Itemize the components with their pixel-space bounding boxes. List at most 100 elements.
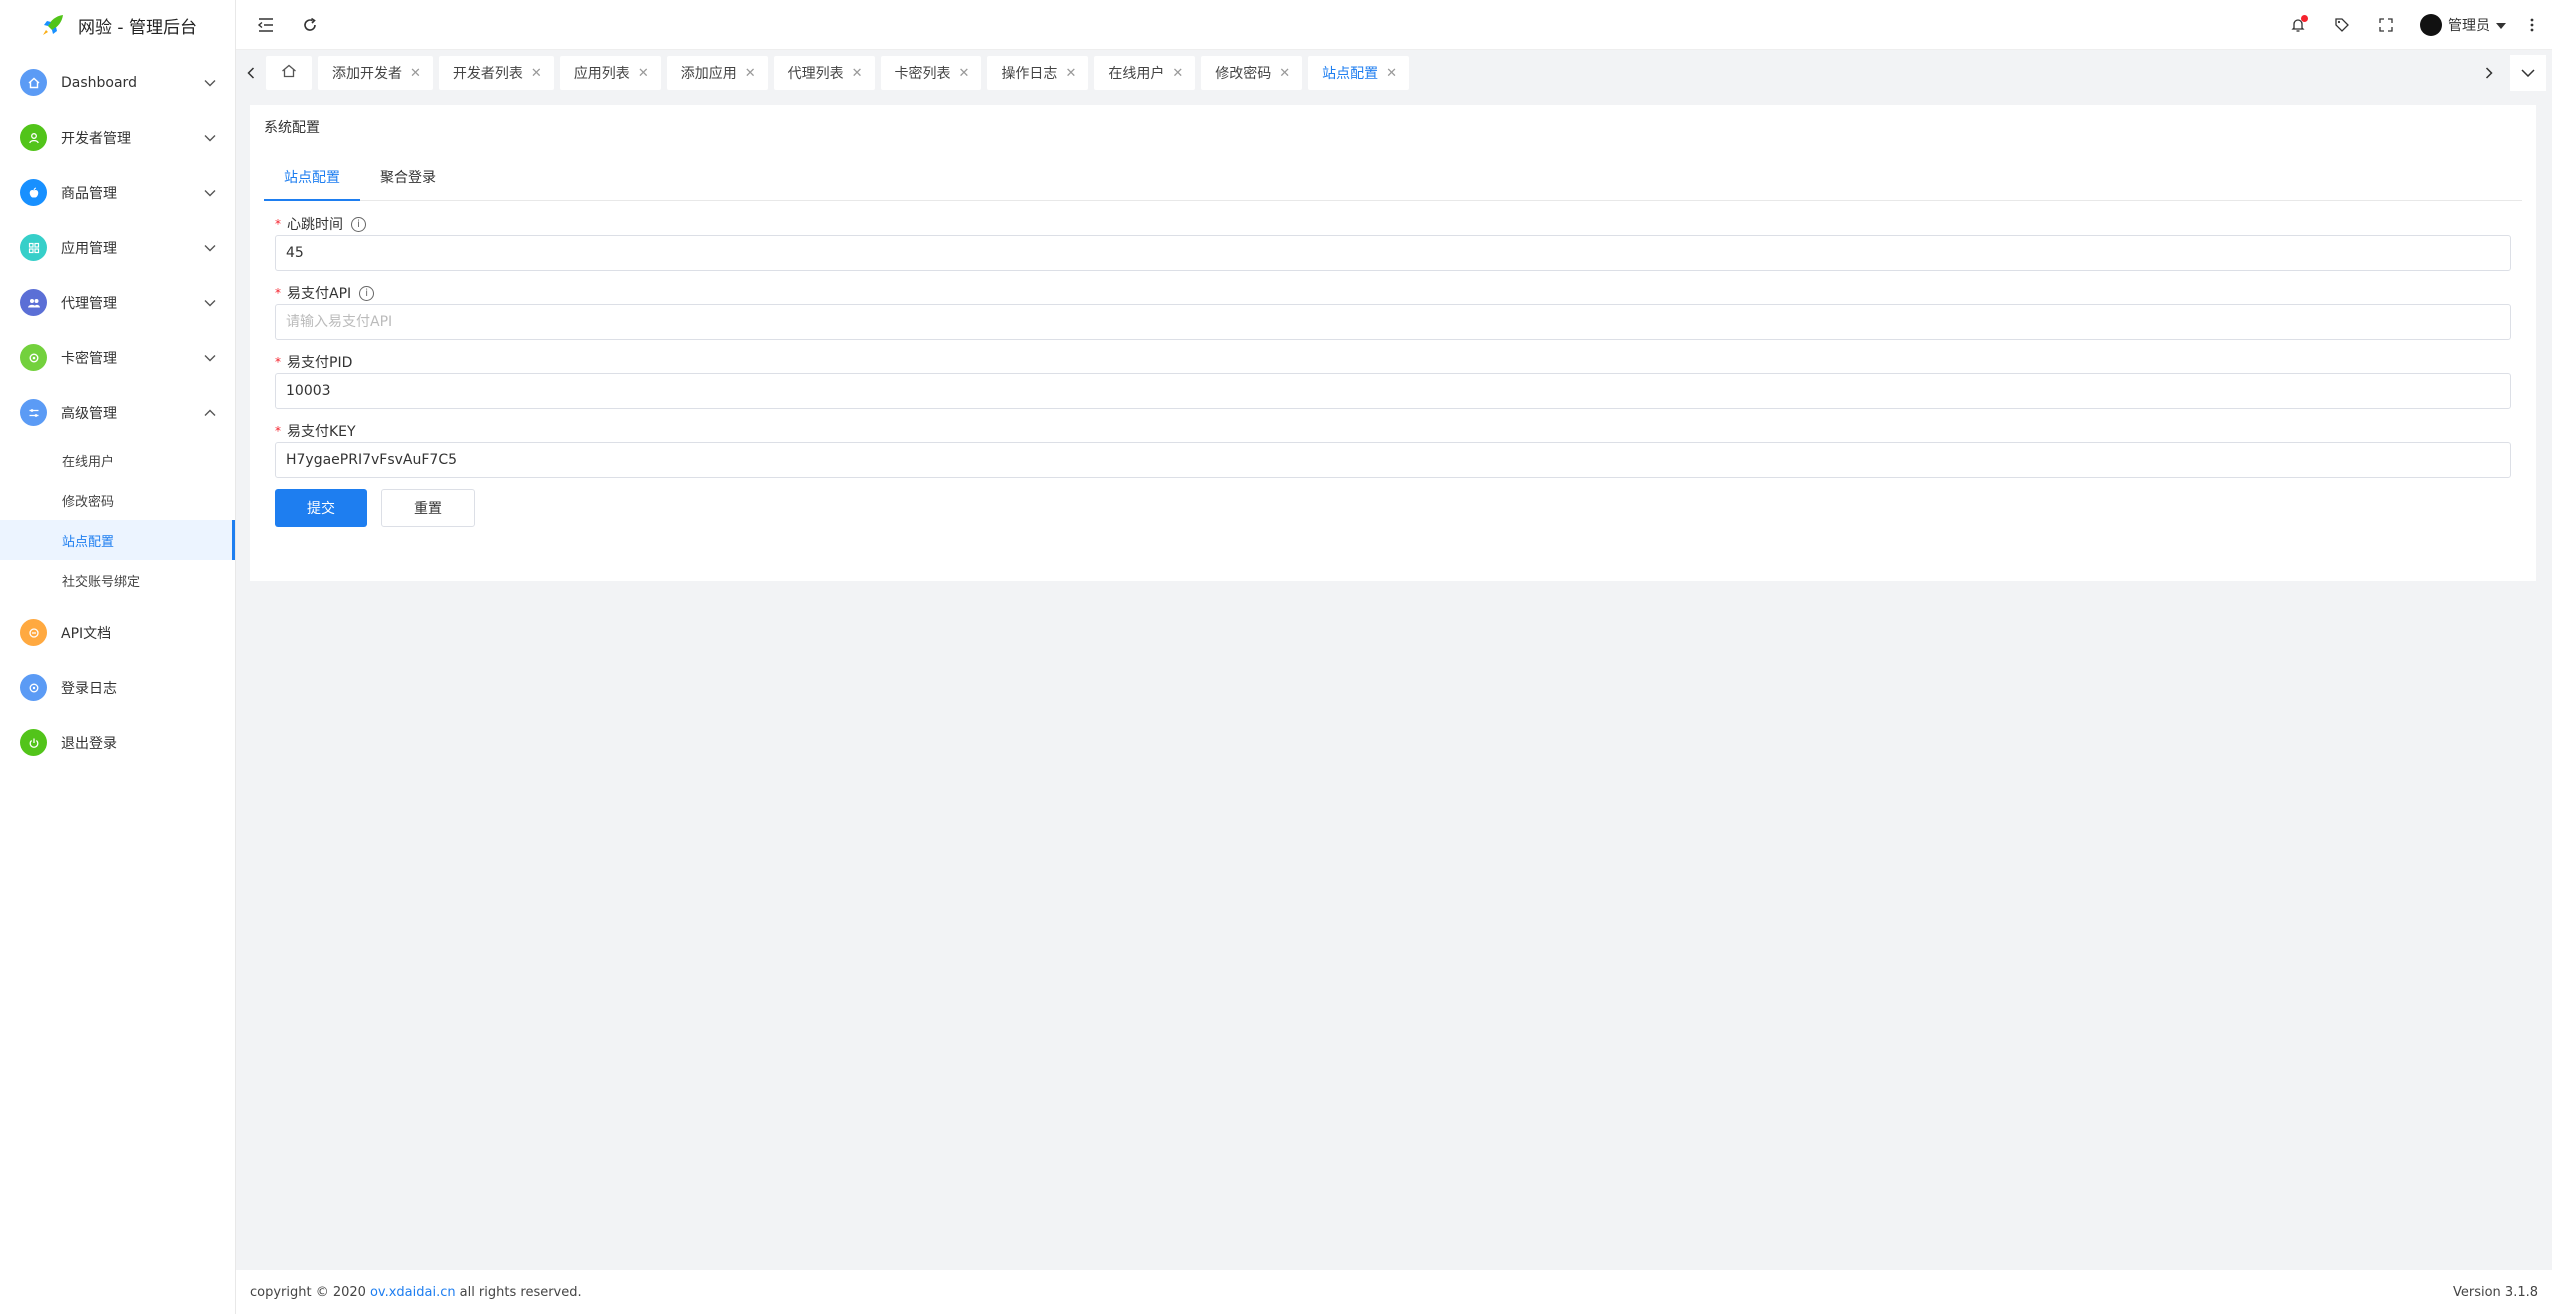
epay-key-input[interactable] <box>275 442 2511 478</box>
app-title: 网验 - 管理后台 <box>78 17 197 38</box>
sidebar-item-advanced[interactable]: 高级管理 <box>0 385 235 440</box>
field-heartbeat: * 心跳时间 i <box>275 213 2511 271</box>
field-epay-pid: * 易支付PID <box>275 351 2511 409</box>
tab-change-password[interactable]: 修改密码 ✕ <box>1201 56 1303 90</box>
sidebar-item-api-docs[interactable]: API文档 <box>0 605 235 660</box>
menu-toggle-icon[interactable] <box>244 0 288 50</box>
chevron-down-icon <box>203 131 217 145</box>
sidebar-item-label: 商品管理 <box>61 185 117 202</box>
chevron-down-icon <box>203 296 217 310</box>
tab-card-list[interactable]: 卡密列表 ✕ <box>880 56 982 90</box>
sidebar-item-label: 高级管理 <box>61 405 117 422</box>
chevron-down-icon <box>203 351 217 365</box>
user-menu[interactable]: 管理员 <box>2408 13 2518 36</box>
heartbeat-input[interactable] <box>275 235 2511 271</box>
sidebar-item-apps[interactable]: 应用管理 <box>0 220 235 275</box>
tabs-dropdown-icon[interactable] <box>2510 55 2546 91</box>
tab-label: 添加开发者 <box>332 66 402 82</box>
tab-site-config[interactable]: 站点配置 ✕ <box>1308 56 1410 90</box>
close-icon[interactable]: ✕ <box>745 66 756 81</box>
tab-operation-log[interactable]: 操作日志 ✕ <box>987 56 1089 90</box>
sidebar-item-label: 卡密管理 <box>61 350 117 367</box>
rocket-icon <box>38 10 68 40</box>
sidebar-item-label: 代理管理 <box>61 295 117 312</box>
config-tabs: 站点配置 聚合登录 <box>264 155 2522 201</box>
sidebar-item-goods[interactable]: 商品管理 <box>0 165 235 220</box>
sidebar-subitem-site-config[interactable]: 站点配置 <box>0 520 235 560</box>
grid-icon <box>20 234 47 261</box>
sidebar-menu: Dashboard 开发者管理 商品管理 应用管理 代理管理 卡密管理 高级管理… <box>0 55 235 770</box>
notification-dot <box>2301 14 2308 22</box>
card-title: 系统配置 <box>264 120 320 136</box>
sidebar-item-label: API文档 <box>61 625 112 642</box>
sidebar-item-dashboard[interactable]: Dashboard <box>0 55 235 110</box>
required-mark: * <box>275 424 281 438</box>
tabs-scroll-left-icon[interactable] <box>236 55 266 91</box>
refresh-icon[interactable] <box>288 0 332 50</box>
users-icon <box>20 289 47 316</box>
sidebar-item-label: 开发者管理 <box>61 130 131 147</box>
sidebar-item-cards[interactable]: 卡密管理 <box>0 330 235 385</box>
sidebar-item-label: Dashboard <box>61 74 137 91</box>
close-icon[interactable]: ✕ <box>852 66 863 81</box>
close-icon[interactable]: ✕ <box>410 66 421 81</box>
tab-add-developer[interactable]: 添加开发者 ✕ <box>318 56 433 90</box>
sidebar-subitem-online-users[interactable]: 在线用户 <box>0 440 235 480</box>
close-icon[interactable]: ✕ <box>1279 66 1290 81</box>
sidebar: 网验 - 管理后台 Dashboard 开发者管理 商品管理 应用管理 代理管理… <box>0 0 236 1314</box>
tabs: 添加开发者 ✕ 开发者列表 ✕ 应用列表 ✕ 添加应用 ✕ 代理列表 ✕ 卡密列表 ✕ 操作… <box>266 56 2474 90</box>
caret-down-icon <box>2496 17 2506 33</box>
tab-online-users[interactable]: 在线用户 ✕ <box>1094 56 1196 90</box>
close-icon[interactable]: ✕ <box>531 66 542 81</box>
tab-label: 代理列表 <box>787 66 844 82</box>
epay-pid-input[interactable] <box>275 373 2511 409</box>
more-vertical-icon[interactable] <box>2518 0 2546 50</box>
close-icon[interactable]: ✕ <box>638 66 649 81</box>
log-icon <box>20 674 47 701</box>
tab-developer-list[interactable]: 开发者列表 ✕ <box>438 56 554 90</box>
tabs-scroll-right-icon[interactable] <box>2474 55 2504 91</box>
close-icon[interactable]: ✕ <box>1172 66 1183 81</box>
tab-aggregate-login[interactable]: 聚合登录 <box>360 155 456 201</box>
sidebar-item-logout[interactable]: 退出登录 <box>0 715 235 770</box>
sidebar-item-developer[interactable]: 开发者管理 <box>0 110 235 165</box>
sidebar-item-agents[interactable]: 代理管理 <box>0 275 235 330</box>
field-epay-key: * 易支付KEY <box>275 420 2511 478</box>
sidebar-subitem-social-binding[interactable]: 社交账号绑定 <box>0 560 235 600</box>
info-icon[interactable]: i <box>351 216 366 232</box>
tab-home[interactable] <box>266 56 312 90</box>
required-mark: * <box>275 217 281 231</box>
user-name: 管理员 <box>2448 17 2490 34</box>
info-icon[interactable]: i <box>359 285 375 301</box>
field-label: 易支付PID <box>287 355 353 371</box>
tab-app-list[interactable]: 应用列表 ✕ <box>559 56 661 90</box>
tab-label: 操作日志 <box>1001 66 1058 82</box>
tabs-bar: 添加开发者 ✕ 开发者列表 ✕ 应用列表 ✕ 添加应用 ✕ 代理列表 ✕ 卡密列表 ✕ 操作… <box>236 50 2552 96</box>
sidebar-item-login-log[interactable]: 登录日志 <box>0 660 235 715</box>
bell-icon[interactable] <box>2276 0 2320 50</box>
copyright-text: copyright © 2020 <box>250 1284 366 1300</box>
close-icon[interactable]: ✕ <box>1386 66 1397 81</box>
tab-site-config-inner[interactable]: 站点配置 <box>264 155 360 201</box>
tab-label: 应用列表 <box>573 66 630 82</box>
close-icon[interactable]: ✕ <box>1065 66 1076 81</box>
tab-add-app[interactable]: 添加应用 ✕ <box>666 56 768 90</box>
power-icon <box>20 729 47 756</box>
tag-icon[interactable] <box>2320 0 2364 50</box>
sidebar-subitem-change-password[interactable]: 修改密码 <box>0 480 235 520</box>
footer: copyright © 2020 ov.xdaidai.cn all right… <box>236 1270 2552 1314</box>
epay-api-input[interactable] <box>275 304 2511 340</box>
tab-label: 开发者列表 <box>452 66 523 82</box>
field-label: 心跳时间 <box>287 217 343 233</box>
footer-link[interactable]: ov.xdaidai.cn <box>370 1285 456 1300</box>
reset-button[interactable]: 重置 <box>381 489 475 527</box>
chevron-down-icon <box>203 241 217 255</box>
logo[interactable]: 网验 - 管理后台 <box>0 0 235 50</box>
field-label: 易支付API <box>287 286 352 302</box>
submit-button[interactable]: 提交 <box>275 489 367 527</box>
fullscreen-icon[interactable] <box>2364 0 2408 50</box>
close-icon[interactable]: ✕ <box>959 66 970 81</box>
chevron-down-icon <box>203 186 217 200</box>
sidebar-item-label: 应用管理 <box>61 240 117 257</box>
tab-agent-list[interactable]: 代理列表 ✕ <box>773 56 875 90</box>
